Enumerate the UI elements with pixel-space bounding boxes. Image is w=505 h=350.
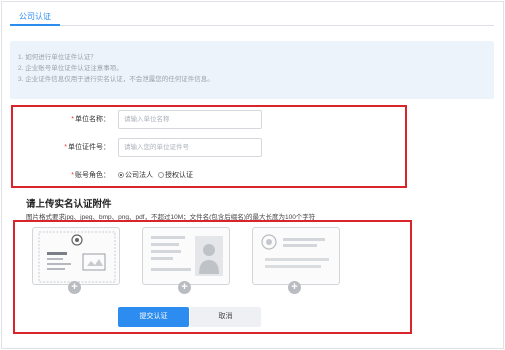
cancel-button[interactable]: 取消: [190, 307, 261, 327]
upload-section-title: 请上传实名认证附件: [26, 199, 112, 210]
upload-card-business-license[interactable]: [32, 227, 120, 285]
notice-line: 1. 如何进行单位证件认证？: [18, 54, 97, 61]
notice-line: 3. 企业证件信息仅用于进行实名认证，不会泄露您的任何证件信息。: [18, 76, 214, 83]
notice-line: 2. 企业账号单位证件认证注意事项。: [18, 65, 123, 72]
radio-legal-person[interactable]: 公司法人: [118, 170, 153, 180]
business-license-icon: [38, 231, 116, 283]
radio-checked-icon: [118, 172, 124, 178]
upload-card-id-portrait[interactable]: [142, 227, 230, 285]
submit-certification-button[interactable]: 提交认证: [118, 307, 189, 327]
radio-authorized[interactable]: 授权认证: [157, 170, 193, 180]
account-role-radio-group: 公司法人 授权认证: [118, 170, 196, 180]
unit-name-label: *单位名称：: [71, 116, 110, 123]
unit-cert-no-label: *单位证件号：: [64, 144, 110, 151]
id-card-emblem-icon: [261, 234, 329, 268]
add-business-license-button[interactable]: +: [68, 281, 81, 294]
upload-card-id-emblem[interactable]: [252, 227, 340, 285]
add-id-portrait-button[interactable]: +: [178, 281, 191, 294]
tab-bar: 公司认证: [10, 6, 494, 26]
account-role-label: *账号角色：: [71, 172, 110, 179]
radio-unchecked-icon: [157, 172, 164, 178]
unit-cert-no-input[interactable]: [118, 138, 262, 157]
tab-company-certification[interactable]: 公司认证: [10, 9, 60, 26]
unit-name-input[interactable]: [118, 110, 262, 129]
add-id-emblem-button[interactable]: +: [288, 281, 301, 294]
notice-panel: 1. 如何进行单位证件认证？ 2. 企业账号单位证件认证注意事项。 3. 企业证…: [10, 41, 494, 99]
id-card-portrait-icon: [151, 236, 223, 276]
